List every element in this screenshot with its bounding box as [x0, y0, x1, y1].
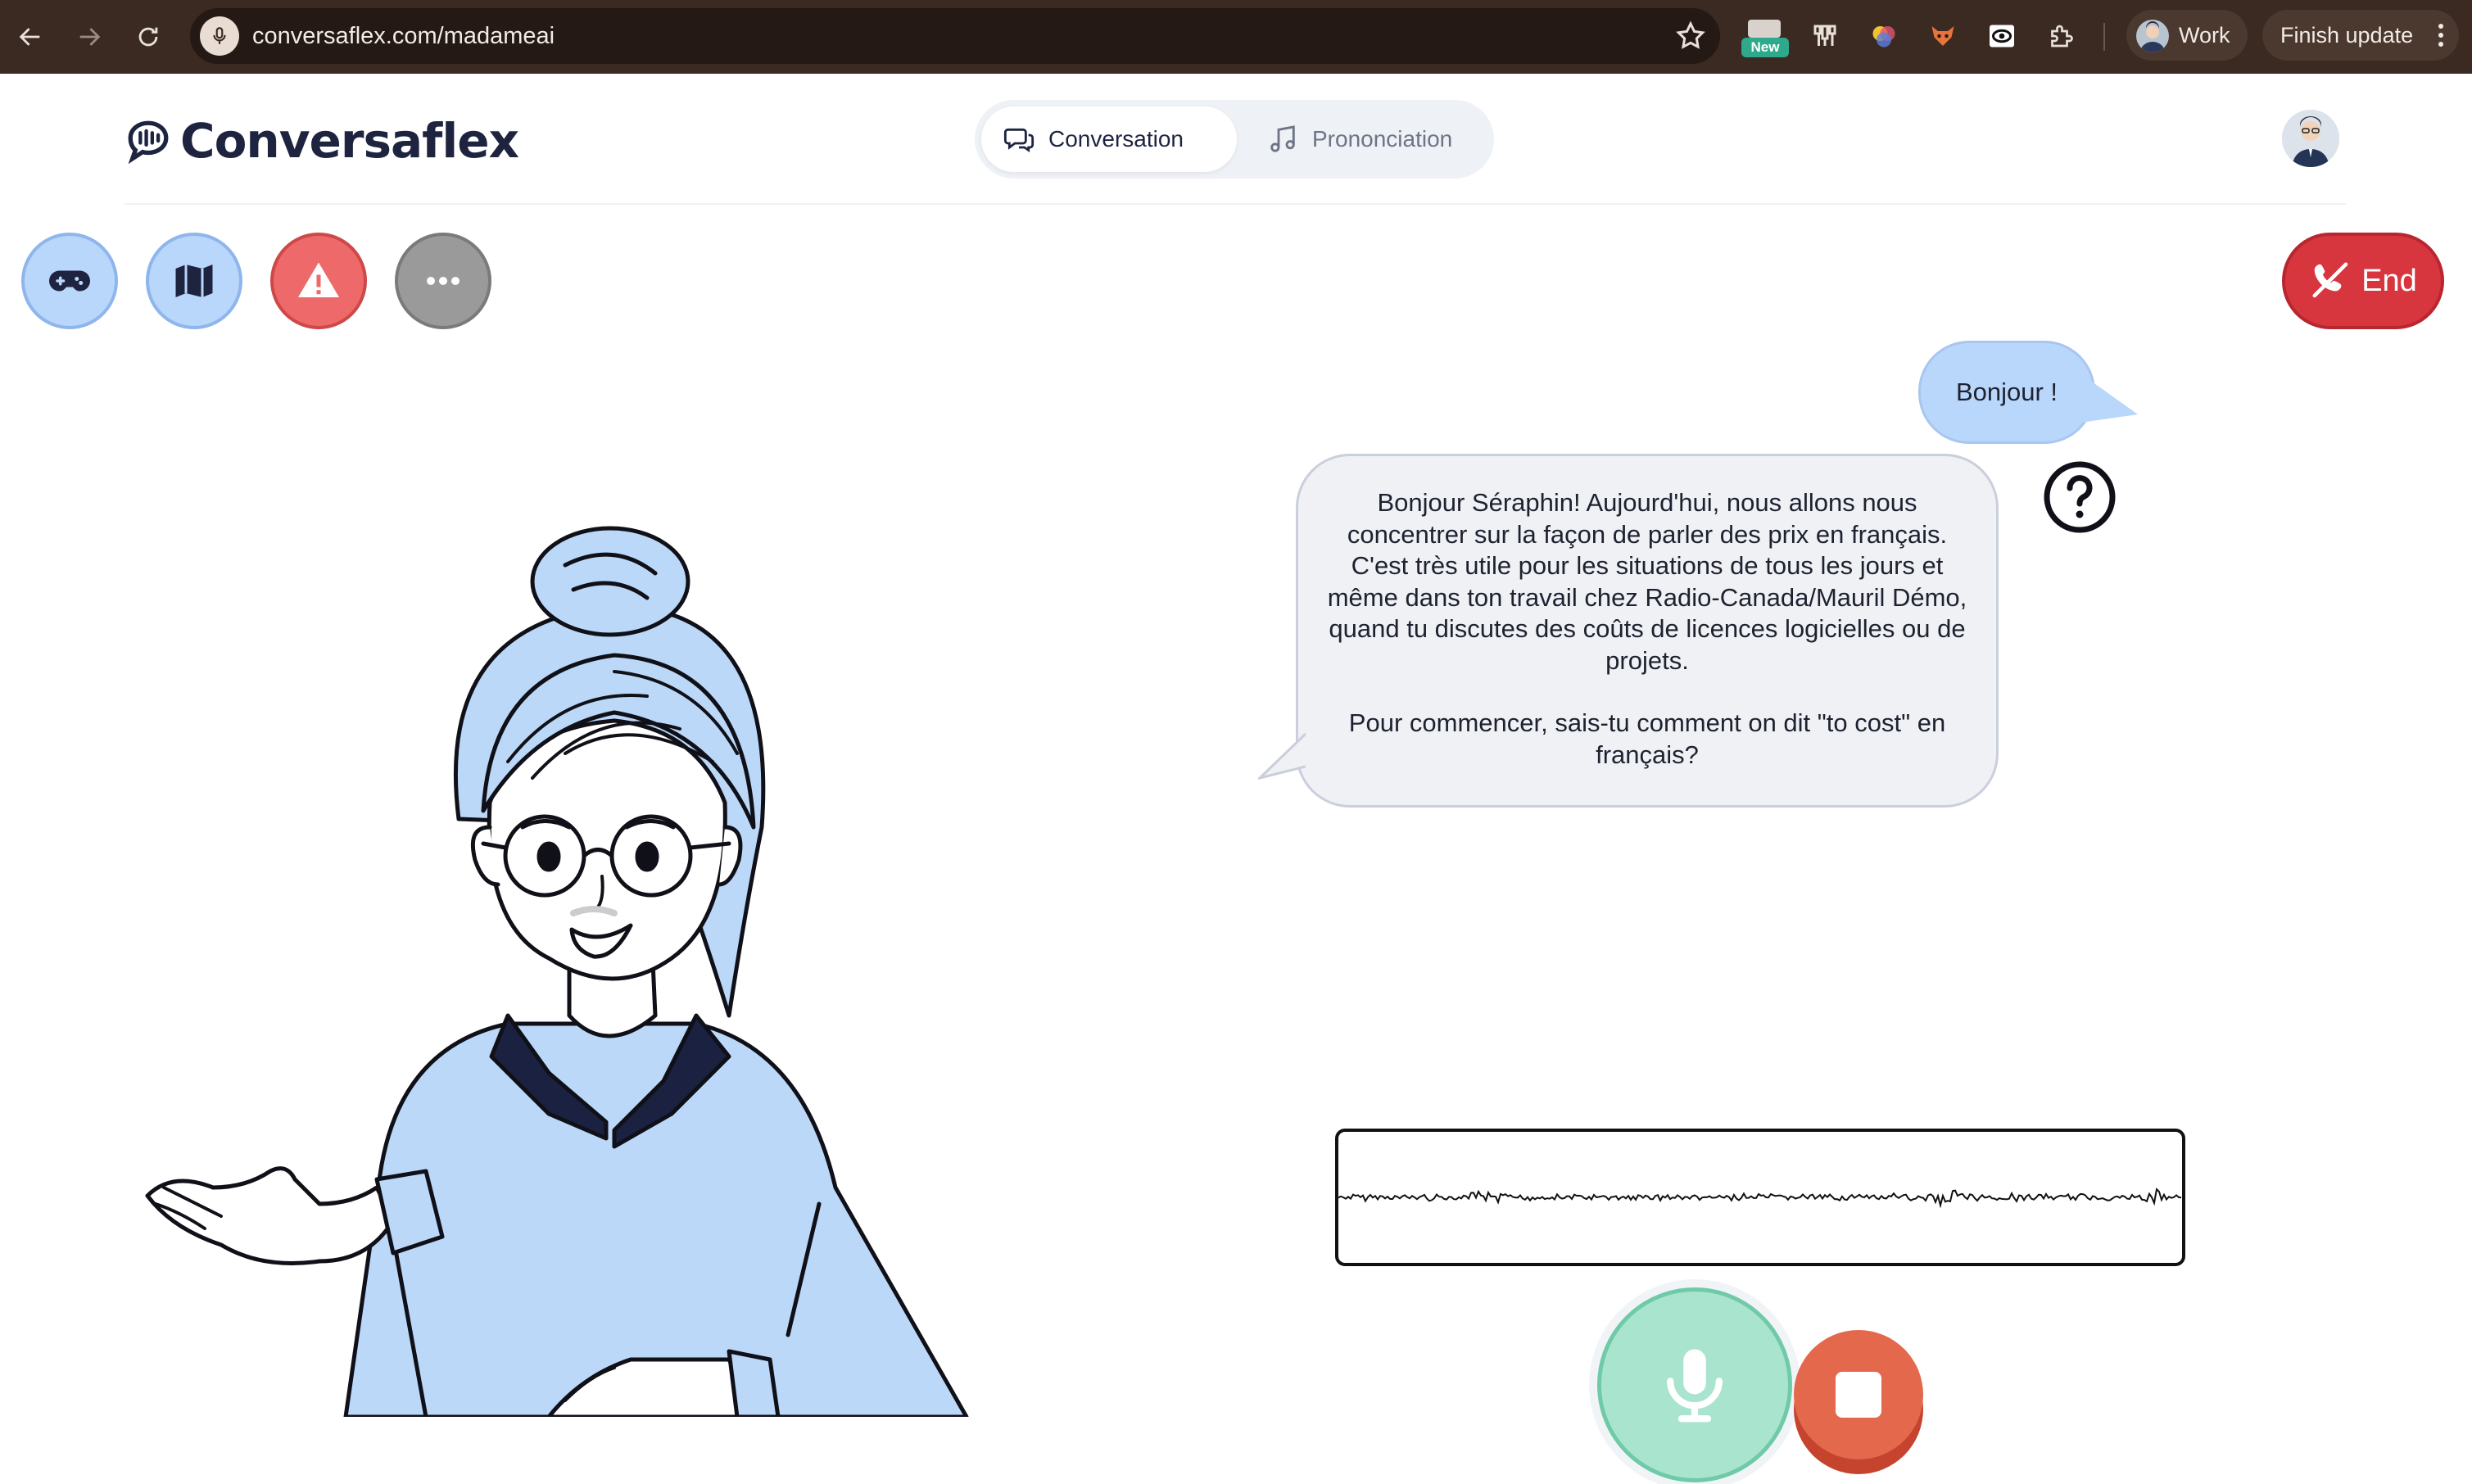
profile-button[interactable]: Work — [2126, 10, 2248, 61]
extension-new-badge: New — [1741, 38, 1789, 57]
user-bubble-tail — [2080, 373, 2138, 423]
header-divider — [125, 203, 2346, 205]
map-button[interactable] — [146, 233, 242, 329]
browser-toolbar: conversaflex.com/madameai New Work Finis… — [0, 0, 2472, 74]
extensions-puzzle-icon[interactable] — [2043, 18, 2079, 54]
brand-logo[interactable]: Conversaflex — [125, 108, 519, 174]
warning-triangle-icon — [298, 262, 339, 297]
audio-waveform — [1335, 1129, 2185, 1266]
stop-icon — [1836, 1372, 1881, 1418]
microphone-button[interactable] — [1597, 1287, 1792, 1482]
microphone-icon[interactable] — [200, 16, 239, 56]
tutor-character-illustration — [145, 526, 969, 1417]
waveform-graph — [1338, 1188, 2182, 1209]
user-message-text: Bonjour ! — [1955, 378, 2058, 406]
microphone-icon — [1667, 1349, 1723, 1423]
user-avatar[interactable] — [2282, 110, 2339, 167]
extension-tools-icon[interactable] — [1807, 18, 1843, 54]
tab-prononciation[interactable]: Prononciation — [1245, 106, 1487, 172]
assistant-message-paragraph-2: Pour commencer, sais-tu comment on dit "… — [1348, 708, 1946, 769]
help-question-icon[interactable] — [2043, 460, 2117, 534]
profile-label: Work — [2179, 23, 2230, 48]
stop-recording-button[interactable] — [1794, 1330, 1923, 1474]
warning-button[interactable] — [270, 233, 367, 329]
finish-update-label: Finish update — [2280, 23, 2414, 48]
extension-eye-icon[interactable] — [1984, 18, 2020, 54]
extension-color-icon[interactable] — [1866, 18, 1902, 54]
assistant-message-bubble: Bonjour Séraphin! Aujourd'hui, nous allo… — [1296, 454, 1999, 808]
logo-chat-icon — [128, 120, 169, 165]
reload-icon[interactable] — [126, 15, 170, 59]
forward-icon[interactable] — [67, 15, 111, 59]
map-icon — [175, 265, 213, 297]
more-button[interactable] — [395, 233, 491, 329]
ellipsis-icon — [427, 277, 460, 285]
tab-conversation[interactable]: Conversation — [981, 106, 1237, 172]
toolbar-divider — [2103, 23, 2105, 51]
back-icon[interactable] — [8, 15, 52, 59]
extension-fox-icon[interactable] — [1925, 18, 1961, 54]
chat-bubbles-icon — [1003, 128, 1035, 152]
user-message-bubble: Bonjour ! — [1918, 341, 2095, 444]
finish-update-button[interactable]: Finish update — [2262, 10, 2459, 61]
url-text[interactable]: conversaflex.com/madameai — [252, 8, 555, 64]
end-call-button[interactable]: End — [2282, 233, 2444, 329]
brand-name: Conversaflex — [180, 113, 519, 169]
profile-avatar — [2136, 20, 2169, 52]
tab-prononciation-label: Prononciation — [1312, 126, 1453, 152]
hang-up-icon — [2312, 262, 2348, 298]
kebab-menu-icon[interactable] — [2438, 23, 2444, 48]
star-icon[interactable] — [1674, 20, 1707, 52]
address-bar[interactable]: conversaflex.com/madameai — [190, 8, 1720, 64]
assistant-bubble-tail — [1258, 732, 1306, 780]
music-note-icon — [1270, 125, 1295, 152]
mode-switcher: Conversation Prononciation — [975, 100, 1494, 179]
end-call-label: End — [2361, 263, 2417, 298]
game-button[interactable] — [21, 233, 118, 329]
assistant-message-paragraph-1: Bonjour Séraphin! Aujourd'hui, nous allo… — [1327, 488, 1967, 675]
extension-new-icon[interactable]: New — [1741, 16, 1789, 57]
tab-conversation-label: Conversation — [1048, 126, 1184, 152]
gamepad-icon — [49, 270, 90, 292]
